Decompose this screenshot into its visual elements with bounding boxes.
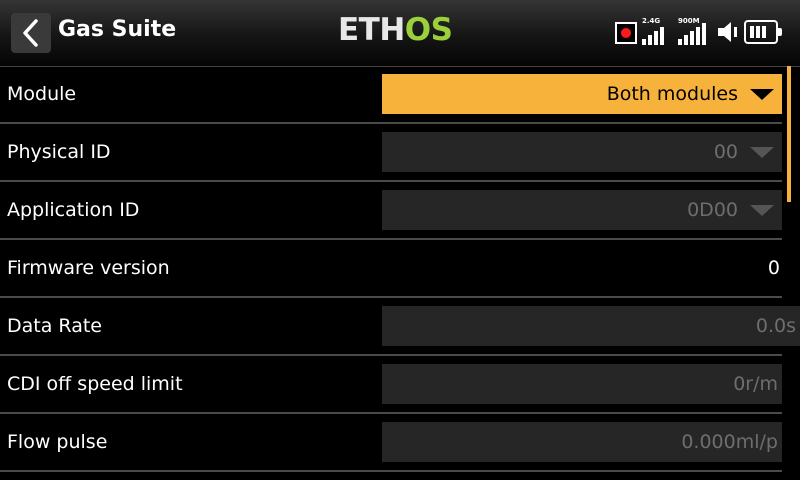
application-id-dropdown[interactable]: 0D00	[382, 190, 782, 230]
module-value: Both modules	[606, 83, 738, 105]
chevron-left-icon	[23, 19, 38, 47]
page-title: Gas Suite	[58, 17, 177, 42]
row-module: Module Both modules	[0, 66, 790, 124]
physical-id-label: Physical ID	[7, 141, 111, 163]
row-firmware-version: Firmware version 0	[0, 240, 790, 298]
application-id-value: 0D00	[687, 199, 738, 221]
firmware-version-value: 0	[767, 257, 780, 279]
row-flow-pulse: Flow pulse 0.000ml/p	[0, 414, 790, 472]
signal-2-4g-icon: 2.4G	[642, 17, 668, 47]
firmware-version-label: Firmware version	[7, 257, 170, 279]
caret-down-icon	[750, 205, 774, 216]
row-cdi-off-speed-limit: CDI off speed limit 0r/m	[0, 356, 790, 414]
row-physical-id: Physical ID 00	[0, 124, 790, 182]
flow-pulse-value: 0.000ml/p	[681, 431, 778, 453]
flow-pulse-label: Flow pulse	[7, 431, 108, 453]
module-dropdown[interactable]: Both modules	[382, 74, 782, 114]
top-bar: Gas Suite ETHOS 2.4G 900M	[0, 0, 800, 67]
row-data-rate: Data Rate 0.0s	[0, 298, 800, 356]
application-id-label: Application ID	[7, 199, 140, 221]
data-rate-value: 0.0s	[755, 315, 796, 337]
flow-pulse-field[interactable]: 0.000ml/p	[382, 422, 782, 462]
record-icon	[615, 22, 637, 44]
signal-900m-icon: 900M	[678, 17, 708, 47]
data-rate-label: Data Rate	[7, 315, 102, 337]
cdi-off-speed-limit-value: 0r/m	[733, 373, 778, 395]
ethos-logo: ETHOS	[338, 12, 453, 48]
caret-down-icon	[750, 147, 774, 158]
scrollbar[interactable]	[787, 66, 791, 202]
back-button[interactable]	[11, 13, 51, 53]
cdi-off-speed-limit-label: CDI off speed limit	[7, 373, 183, 395]
row-application-id: Application ID 0D00	[0, 182, 790, 240]
divider	[0, 470, 782, 472]
physical-id-dropdown[interactable]: 00	[382, 132, 782, 172]
module-label: Module	[7, 83, 77, 105]
battery-icon	[744, 20, 782, 44]
data-rate-field[interactable]: 0.0s	[382, 306, 800, 346]
physical-id-value: 00	[713, 141, 738, 163]
caret-down-icon	[750, 89, 774, 100]
cdi-off-speed-limit-field[interactable]: 0r/m	[382, 364, 782, 404]
volume-icon	[716, 19, 742, 49]
